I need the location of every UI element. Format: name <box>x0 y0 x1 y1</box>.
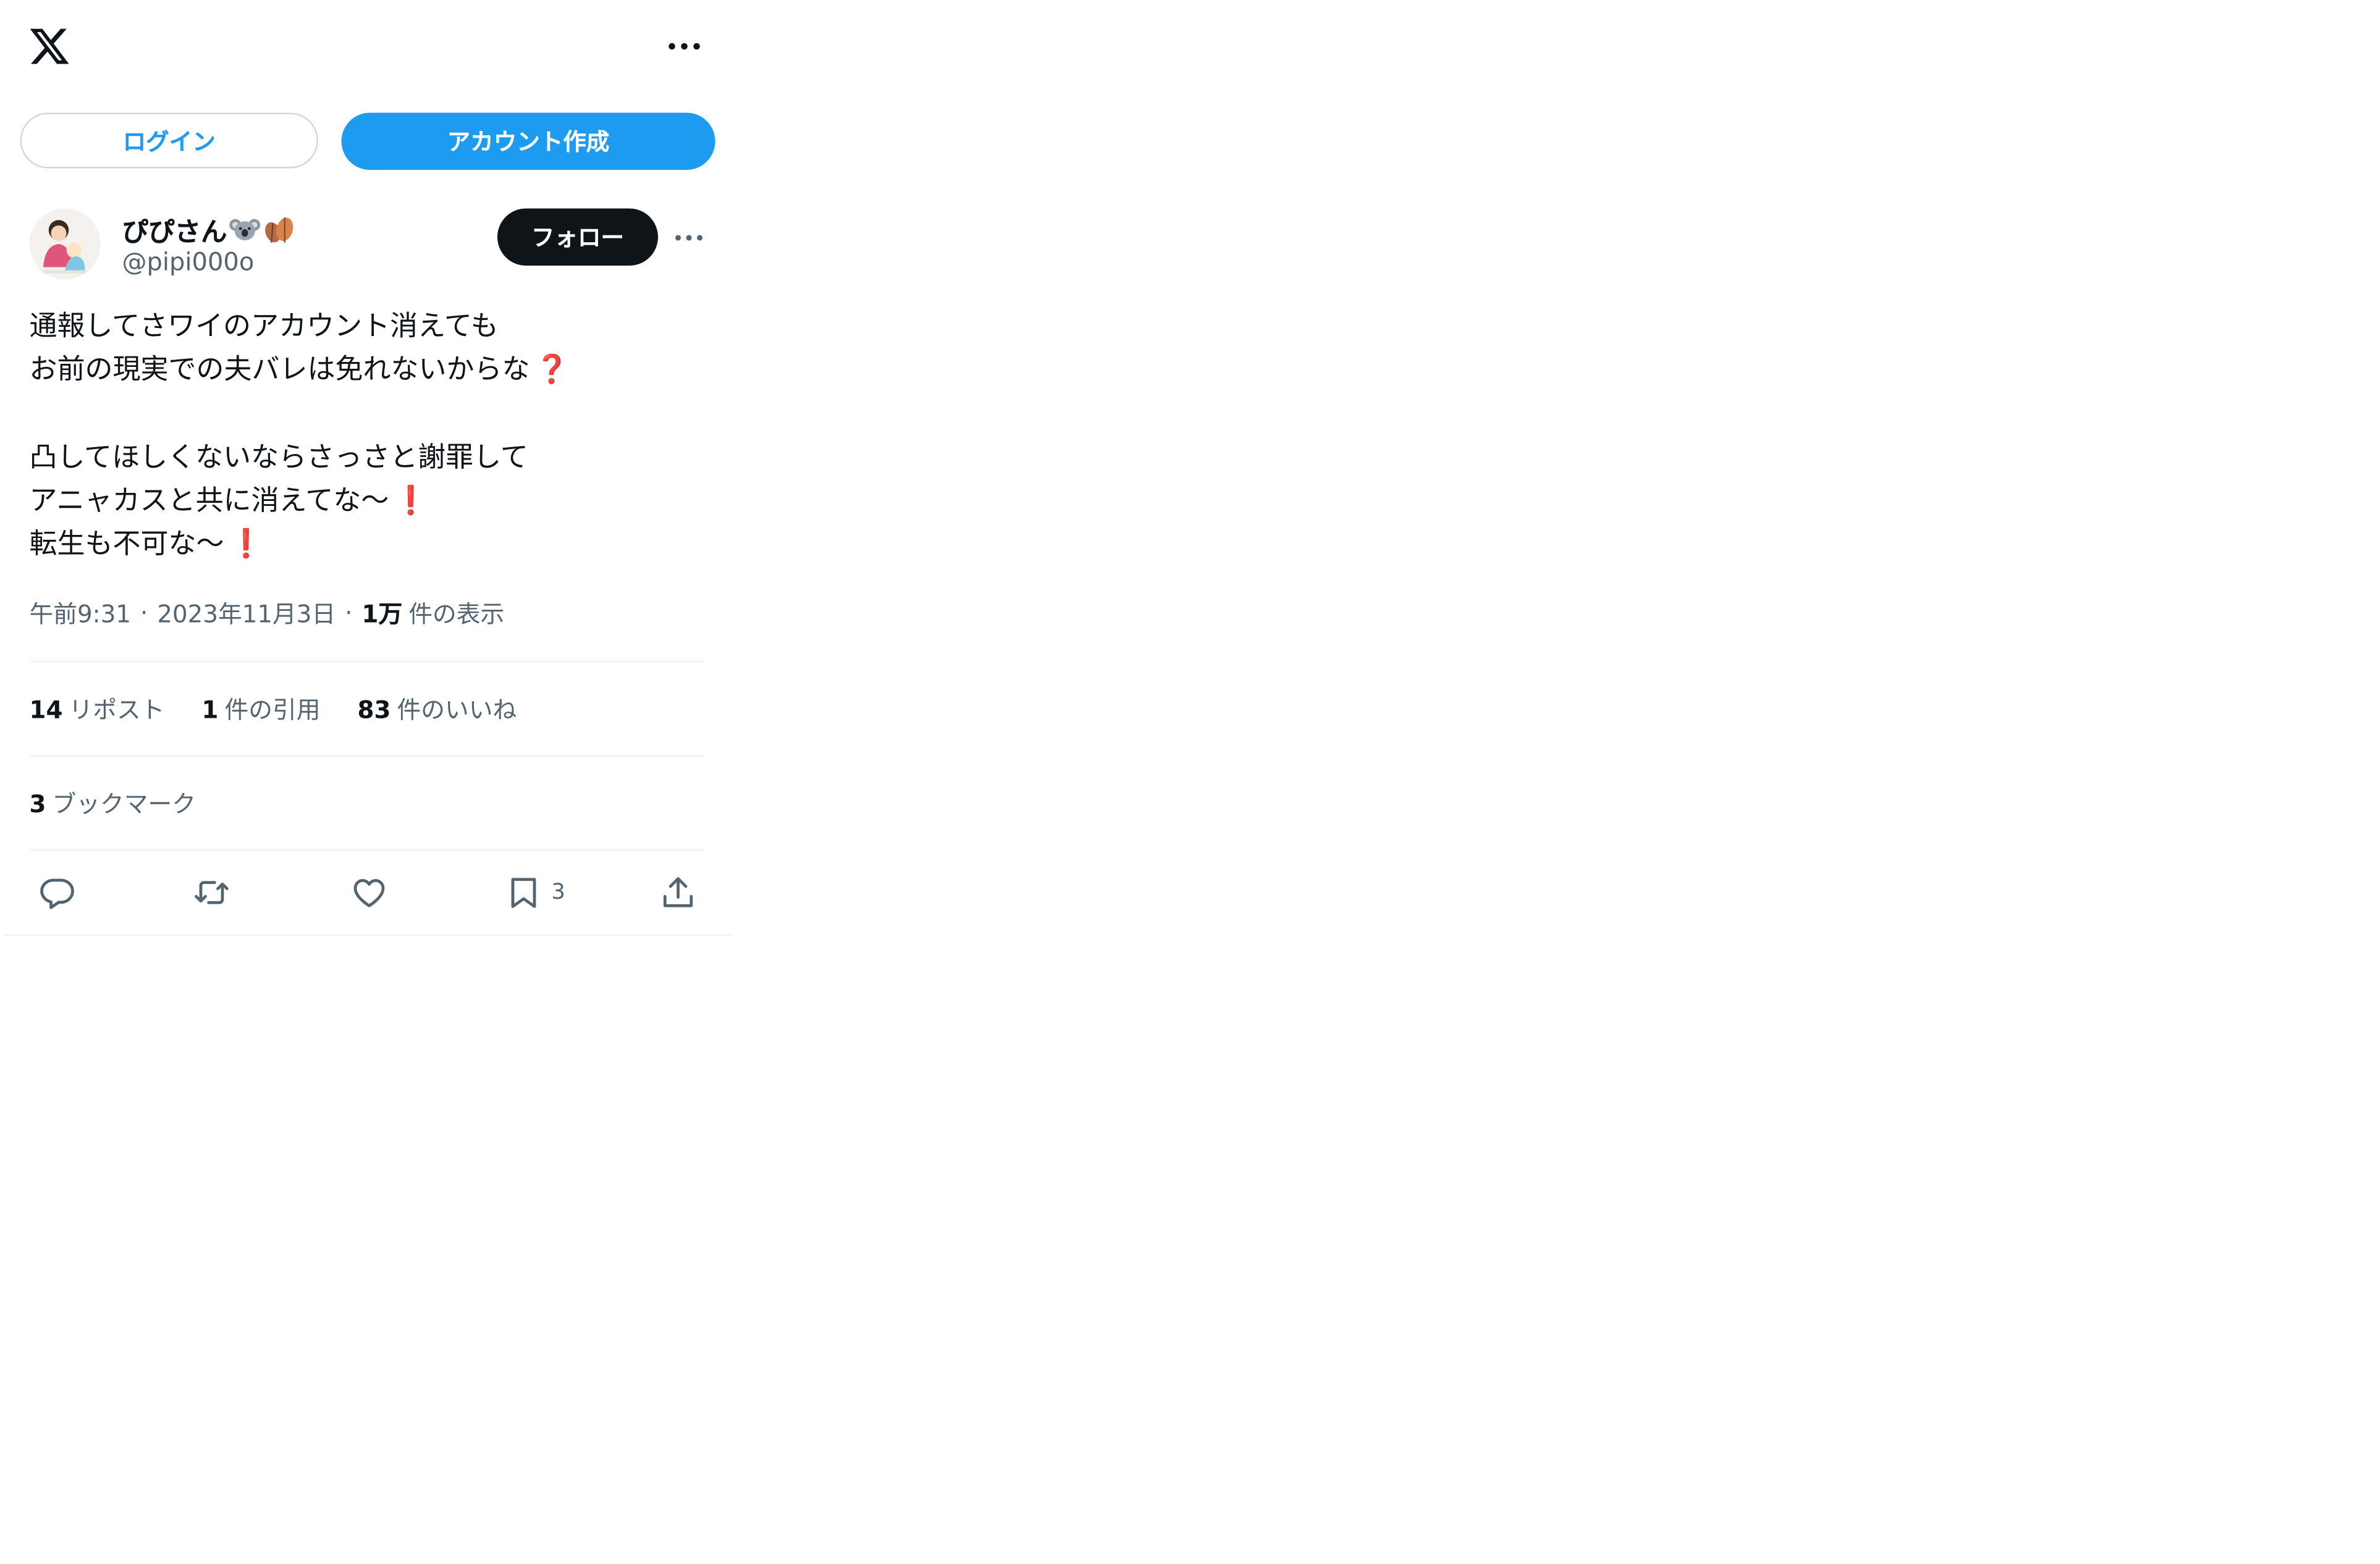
login-button[interactable]: ログイン <box>20 112 318 169</box>
reposts-label: リポスト <box>69 696 165 725</box>
meta-separator: · <box>140 599 148 627</box>
question-mark-emoji-icon: ❓ <box>534 353 570 387</box>
quotes-label: 件の引用 <box>224 696 321 725</box>
tweet-text: 通報してさワイのアカウント消えても お前の現実での夫バレは免れないからな ❓ 凸… <box>30 306 570 567</box>
koala-emoji-icon <box>229 219 261 241</box>
tweet-line: アニャカスと共に消えてな〜 ❗ <box>30 480 570 523</box>
reply-icon <box>40 878 74 909</box>
bookmarks-label: ブックマーク <box>52 791 196 818</box>
author-display-name[interactable]: ぴぴさん <box>122 210 297 249</box>
repost-button[interactable] <box>193 873 230 913</box>
quotes-stat[interactable]: 1 件の引用 <box>201 692 320 726</box>
share-icon <box>663 877 693 907</box>
tweet-bottom-border <box>3 934 734 936</box>
tweet-line: 凸してほしくないならさっさと謝罪して <box>30 436 570 479</box>
likes-label: 件のいいね <box>397 696 517 725</box>
bookmarks-stat[interactable]: 3 ブックマーク <box>30 786 196 820</box>
divider <box>29 849 704 851</box>
x-logo-icon[interactable] <box>28 25 71 68</box>
tweet-line-text: お前の現実での夫バレは免れないからな <box>29 353 530 387</box>
reposts-count: 14 <box>29 696 63 725</box>
views-count: 1万 <box>361 600 403 629</box>
bookmark-count: 3 <box>551 880 565 905</box>
engagement-stats: 14 リポスト 1 件の引用 83 件のいいね <box>30 692 517 726</box>
avatar-illustration-icon <box>29 208 101 280</box>
follow-button[interactable]: フォロー <box>497 208 658 266</box>
tweet-meta: 午前9:31 · 2023年11月3日 · 1万 件の表示 <box>30 596 505 630</box>
tweet-line-text: 通報してさワイのアカウント消えても <box>29 310 499 343</box>
tweet-line-text: 凸してほしくないならさっさと謝罪して <box>29 440 528 474</box>
divider <box>29 755 704 757</box>
tweet-line: 通報してさワイのアカウント消えても <box>30 306 570 349</box>
tweet-time[interactable]: 午前9:31 <box>30 596 132 630</box>
avatar[interactable] <box>29 208 101 280</box>
leaves-emoji-icon <box>265 217 293 243</box>
reposts-stat[interactable]: 14 リポスト <box>30 692 165 726</box>
tweet-date[interactable]: 2023年11月3日 <box>157 596 335 630</box>
reply-button[interactable] <box>39 873 76 913</box>
author-handle[interactable]: @pipi000o <box>122 247 255 277</box>
exclamation-mark-emoji-icon: ❗ <box>393 484 428 517</box>
repost-icon <box>195 881 229 904</box>
meta-separator: · <box>345 599 353 627</box>
share-button[interactable] <box>660 873 697 913</box>
post-more-icon[interactable] <box>672 222 706 253</box>
more-horizontal-icon[interactable] <box>664 31 704 62</box>
exclamation-mark-emoji-icon: ❗ <box>229 528 264 561</box>
bookmarks-count: 3 <box>29 791 46 818</box>
like-button[interactable] <box>351 873 388 913</box>
divider <box>29 661 704 663</box>
likes-count: 83 <box>357 696 391 725</box>
tweet-line: 転生も不可な〜 ❗ <box>30 523 570 566</box>
heart-icon <box>353 879 385 907</box>
bookmark-button[interactable]: 3 <box>505 873 565 913</box>
author-name-text: ぴぴさん <box>122 217 227 249</box>
quotes-count: 1 <box>201 696 219 725</box>
tweet-line: お前の現実での夫バレは免れないからな ❓ <box>30 349 570 392</box>
views-label: 件の表示 <box>408 600 505 629</box>
bookmark-icon <box>511 878 536 908</box>
likes-stat[interactable]: 83 件のいいね <box>358 692 517 726</box>
tweet-line-text: 転生も不可な〜 <box>29 528 224 561</box>
create-account-button[interactable]: アカウント作成 <box>341 112 715 170</box>
tweet-page: ログイン アカウント作成 ぴぴさん @pipi000o フォロー 通報してさワイ… <box>0 0 2380 1564</box>
tweet-line-text: アニャカスと共に消えてな〜 <box>29 484 389 517</box>
